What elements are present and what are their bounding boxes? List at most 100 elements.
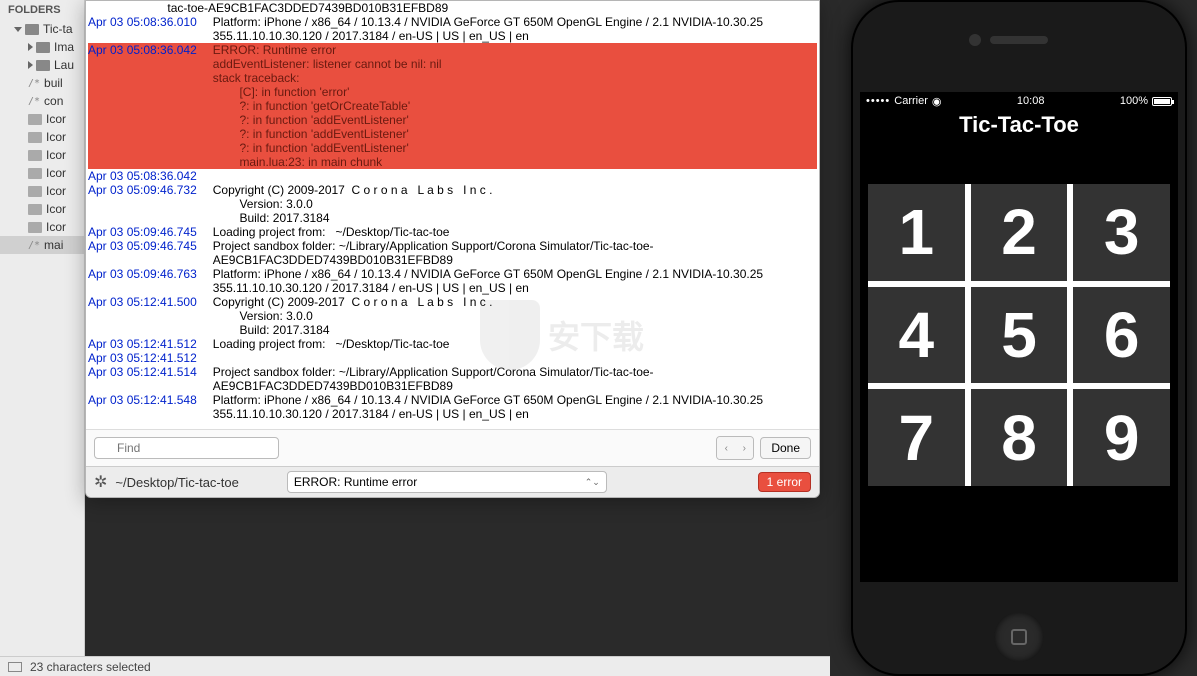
folder-icon bbox=[25, 24, 39, 35]
app-title: Tic-Tac-Toe bbox=[860, 112, 1178, 138]
folder-icon bbox=[36, 60, 50, 71]
log-error-line: Apr 03 05:08:36.042 ERROR: Runtime error… bbox=[88, 43, 817, 169]
log-message: Platform: iPhone / x86_64 / 10.13.4 / NV… bbox=[207, 393, 817, 421]
selection-status: 23 characters selected bbox=[30, 660, 151, 674]
game-cell[interactable]: 9 bbox=[1073, 389, 1170, 486]
tree-item-label: Icor bbox=[46, 220, 66, 234]
game-cell[interactable]: 8 bbox=[971, 389, 1068, 486]
image-icon bbox=[28, 186, 42, 197]
done-button[interactable]: Done bbox=[760, 437, 811, 459]
log-timestamp: Apr 03 05:08:36.010 bbox=[88, 15, 207, 43]
log-timestamp bbox=[88, 1, 161, 15]
project-path: ~/Desktop/Tic-tac-toe bbox=[115, 475, 238, 490]
file-icon: /* bbox=[28, 240, 40, 251]
log-line: Apr 03 05:09:46.745 Project sandbox fold… bbox=[88, 239, 817, 267]
tree-item[interactable]: Ima bbox=[0, 38, 84, 56]
tree-item[interactable]: Icor bbox=[0, 128, 84, 146]
gear-icon[interactable]: ✲ bbox=[94, 472, 107, 492]
sidebar-header: FOLDERS bbox=[0, 0, 84, 20]
find-input[interactable] bbox=[94, 437, 279, 459]
game-cell[interactable]: 4 bbox=[868, 287, 965, 384]
phone-camera bbox=[969, 34, 981, 46]
phone-screen[interactable]: ••••• Carrier ◉ 10:08 100% Tic-Tac-Toe 1… bbox=[860, 92, 1178, 582]
disclosure-triangle-icon[interactable] bbox=[28, 43, 33, 51]
disclosure-triangle-icon[interactable] bbox=[28, 61, 33, 69]
editor-status-bar: 23 characters selected bbox=[0, 656, 830, 676]
tree-item[interactable]: Icor bbox=[0, 164, 84, 182]
log-timestamp: Apr 03 05:12:41.500 bbox=[88, 295, 207, 337]
game-cell[interactable]: 1 bbox=[868, 184, 965, 281]
log-timestamp: Apr 03 05:12:41.548 bbox=[88, 393, 207, 421]
wifi-icon: ◉ bbox=[932, 95, 942, 108]
game-grid: 123 456 789 bbox=[868, 184, 1170, 486]
tree-item[interactable]: Icor bbox=[0, 200, 84, 218]
tree-item-label: Icor bbox=[46, 184, 66, 198]
error-dropdown[interactable]: ERROR: Runtime error ⌃⌄ bbox=[287, 471, 607, 493]
image-icon bbox=[28, 168, 42, 179]
phone-simulator: ••••• Carrier ◉ 10:08 100% Tic-Tac-Toe 1… bbox=[851, 0, 1187, 676]
tree-item-label: Icor bbox=[46, 202, 66, 216]
find-bar: 🔍 ‹ › Done bbox=[86, 429, 819, 466]
disclosure-triangle-icon[interactable] bbox=[14, 27, 22, 32]
find-prev-button[interactable]: ‹ bbox=[717, 437, 735, 459]
panel-icon[interactable] bbox=[8, 662, 22, 672]
log-timestamp: Apr 03 05:09:46.763 bbox=[88, 267, 207, 295]
log-message bbox=[207, 351, 213, 365]
phone-status-bar: ••••• Carrier ◉ 10:08 100% bbox=[860, 92, 1178, 110]
game-cell[interactable]: 3 bbox=[1073, 184, 1170, 281]
file-tree: Tic-taImaLau/*buil/*conIcorIcorIcorIcorI… bbox=[0, 20, 84, 254]
log-line: Apr 03 05:09:46.745 Loading project from… bbox=[88, 225, 817, 239]
log-message: ERROR: Runtime error addEventListener: l… bbox=[207, 43, 442, 169]
error-count-badge[interactable]: 1 error bbox=[758, 472, 811, 492]
tree-item[interactable]: Icor bbox=[0, 110, 84, 128]
home-button[interactable] bbox=[994, 612, 1044, 662]
find-nav: ‹ › bbox=[716, 436, 754, 460]
log-message: Loading project from: ~/Desktop/Tic-tac-… bbox=[207, 337, 450, 351]
tree-item[interactable]: Lau bbox=[0, 56, 84, 74]
game-cell[interactable]: 5 bbox=[971, 287, 1068, 384]
log-line: Apr 03 05:12:41.548 Platform: iPhone / x… bbox=[88, 393, 817, 421]
image-icon bbox=[28, 114, 42, 125]
image-icon bbox=[28, 222, 42, 233]
tree-item[interactable]: Icor bbox=[0, 218, 84, 236]
log-timestamp: Apr 03 05:08:36.042 bbox=[88, 43, 207, 169]
log-timestamp: Apr 03 05:12:41.512 bbox=[88, 337, 207, 351]
log-line: Apr 03 05:09:46.763 Platform: iPhone / x… bbox=[88, 267, 817, 295]
tree-item-label: Icor bbox=[46, 166, 66, 180]
log-line: Apr 03 05:08:36.042 bbox=[88, 169, 817, 183]
phone-time: 10:08 bbox=[1017, 95, 1045, 107]
tree-item[interactable]: /*con bbox=[0, 92, 84, 110]
log-message: Platform: iPhone / x86_64 / 10.13.4 / NV… bbox=[207, 15, 817, 43]
tree-item-label: con bbox=[44, 94, 63, 108]
tree-item[interactable]: /* mai bbox=[0, 236, 84, 254]
error-dropdown-label: ERROR: Runtime error bbox=[294, 475, 417, 489]
tree-item[interactable]: /*buil bbox=[0, 74, 84, 92]
log-output[interactable]: tac-toe-AE9CB1FAC3DDED7439BD010B31EFBD89… bbox=[86, 1, 819, 429]
log-line: Apr 03 05:08:36.010 Platform: iPhone / x… bbox=[88, 15, 817, 43]
home-icon bbox=[1011, 629, 1027, 645]
log-line: Apr 03 05:09:46.732 Copyright (C) 2009-2… bbox=[88, 183, 817, 225]
phone-earpiece bbox=[990, 36, 1048, 44]
log-message: tac-toe-AE9CB1FAC3DDED7439BD010B31EFBD89 bbox=[161, 1, 448, 15]
tree-item-label: Icor bbox=[46, 148, 66, 162]
log-message: Project sandbox folder: ~/Library/Applic… bbox=[207, 239, 817, 267]
tree-item-label: mai bbox=[44, 238, 63, 252]
find-next-button[interactable]: › bbox=[735, 437, 753, 459]
folder-icon bbox=[36, 42, 50, 53]
game-cell[interactable]: 2 bbox=[971, 184, 1068, 281]
battery-percent: 100% bbox=[1120, 95, 1148, 107]
log-message: Project sandbox folder: ~/Library/Applic… bbox=[207, 365, 817, 393]
log-message: Copyright (C) 2009-2017 C o r o n a L a … bbox=[207, 183, 493, 225]
log-message: Platform: iPhone / x86_64 / 10.13.4 / NV… bbox=[207, 267, 817, 295]
log-line: Apr 03 05:12:41.512 Loading project from… bbox=[88, 337, 817, 351]
game-cell[interactable]: 6 bbox=[1073, 287, 1170, 384]
tree-item[interactable]: Tic-ta bbox=[0, 20, 84, 38]
log-line: Apr 03 05:12:41.512 bbox=[88, 351, 817, 365]
tree-item[interactable]: Icor bbox=[0, 182, 84, 200]
game-cell[interactable]: 7 bbox=[868, 389, 965, 486]
chevron-updown-icon: ⌃⌄ bbox=[585, 477, 600, 488]
tree-item[interactable]: Icor bbox=[0, 146, 84, 164]
log-timestamp: Apr 03 05:12:41.512 bbox=[88, 351, 207, 365]
battery-icon bbox=[1152, 97, 1172, 106]
log-line: Apr 03 05:12:41.500 Copyright (C) 2009-2… bbox=[88, 295, 817, 337]
